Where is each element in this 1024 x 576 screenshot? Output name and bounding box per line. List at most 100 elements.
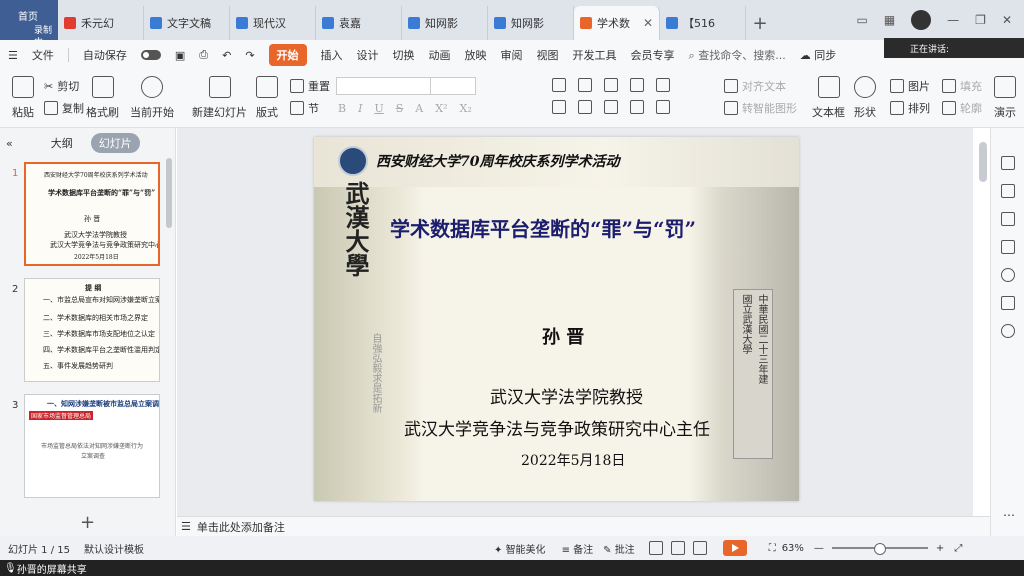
doc-tab[interactable]: 知网影 [402, 6, 488, 40]
slide-title[interactable]: 学术数据库平台垄断的“罪”与“罚” [390, 213, 696, 242]
align-right-icon[interactable] [604, 100, 618, 114]
redo-icon[interactable]: ↷ [245, 49, 254, 62]
print-icon[interactable]: ⎙ [199, 48, 208, 62]
canvas-scrollbar[interactable] [979, 142, 987, 182]
menu-item-animation[interactable]: 动画 [429, 47, 451, 63]
new-slide-button[interactable]: 新建幻灯片 [192, 76, 247, 120]
section-button[interactable]: 节 [290, 100, 319, 116]
doc-tab[interactable]: 文字文稿 [144, 6, 230, 40]
comment-button[interactable]: ✎ 批注 [603, 541, 635, 556]
doc-tab[interactable]: 禾元幻 [58, 6, 144, 40]
collapse-icon[interactable]: « [6, 137, 13, 150]
picture-button[interactable]: 图片 [890, 78, 930, 94]
fullscreen-icon[interactable]: ⤢ [954, 543, 962, 554]
slide-thumbnail[interactable]: 西安财经大学70周年校庆系列学术活动 学术数据库平台垄断的“罪”与“罚” 孙 晋… [24, 162, 160, 266]
align-text-button[interactable]: 对齐文本 [724, 78, 786, 94]
tab-outline[interactable]: 大纲 [43, 133, 81, 153]
subscript-icon[interactable]: X₂ [459, 102, 471, 115]
layout-icon[interactable]: ▭ [856, 13, 867, 27]
slide-thumbnail[interactable]: 提 纲 一、市监总局宣布对知网涉嫌垄断立案调查 二、学术数据库的相关市场之界定 … [24, 278, 160, 382]
presentation-date[interactable]: 2022年5月18日 [521, 450, 625, 470]
pin-icon[interactable] [1001, 156, 1015, 170]
menu-item-slideshow[interactable]: 放映 [465, 47, 487, 63]
copy-button[interactable]: 复制 [44, 100, 84, 116]
superscript-icon[interactable]: X² [435, 102, 447, 115]
justify-icon[interactable] [630, 100, 644, 114]
align-left-icon[interactable] [552, 100, 566, 114]
more-icon[interactable]: ⋯ [1003, 508, 1015, 522]
doc-tab[interactable]: 现代汉 [230, 6, 316, 40]
fill-button[interactable]: 填充 [942, 78, 982, 94]
distribute-icon[interactable] [656, 100, 670, 114]
smart-beautify-button[interactable]: ✦ 智能美化 [494, 541, 546, 556]
menu-item-insert[interactable]: 插入 [321, 47, 343, 63]
underline-icon[interactable]: U [374, 102, 383, 115]
smartart-button[interactable]: 转智能图形 [724, 100, 797, 116]
menu-item-view[interactable]: 视图 [537, 47, 559, 63]
undo-icon[interactable]: ↶ [222, 49, 231, 62]
presenter-name[interactable]: 孙 晋 [542, 323, 584, 349]
tab-slides[interactable]: 幻灯片 [90, 133, 140, 153]
fit-icon[interactable]: ⛶ [769, 543, 776, 554]
add-slide-button[interactable]: + [80, 512, 95, 533]
paste-button[interactable]: 粘贴 [12, 76, 34, 120]
close-icon[interactable]: ✕ [643, 16, 653, 30]
presenter-role[interactable]: 武汉大学法学院教授 [490, 383, 643, 408]
text-box-button[interactable]: 文本框 [812, 76, 845, 120]
line-spacing-icon[interactable] [656, 78, 670, 92]
avatar[interactable] [911, 10, 932, 30]
menu-item-member[interactable]: 会员专享 [631, 47, 675, 63]
help-icon[interactable] [1001, 268, 1015, 282]
italic-icon[interactable]: I [358, 102, 362, 115]
bold-icon[interactable]: B [338, 102, 346, 115]
autosave-toggle[interactable] [140, 50, 161, 60]
minimize-icon[interactable]: — [947, 13, 959, 27]
sorter-view-icon[interactable] [670, 541, 685, 555]
current-slide[interactable]: 西安财经大学70周年校庆系列学术活动 武漢大學 自強弘毅求是拓新 学术数据库平台… [314, 137, 799, 501]
indent-icon[interactable] [630, 78, 644, 92]
format-painter-button[interactable]: 格式刷 [86, 76, 119, 120]
menu-item-developer[interactable]: 开发工具 [573, 47, 617, 63]
doc-tab-active[interactable]: 学术数 ✕ [574, 6, 660, 40]
zoom-level[interactable]: 63% [782, 543, 804, 554]
zoom-slider[interactable] [831, 543, 928, 555]
transition-icon[interactable] [1001, 240, 1015, 254]
number-list-icon[interactable] [578, 78, 592, 92]
zoom-out-icon[interactable]: — [814, 543, 824, 554]
new-tab-button[interactable]: + [746, 6, 774, 40]
template-name[interactable]: 默认设计模板 [84, 541, 144, 556]
strike-icon[interactable]: S [396, 102, 404, 115]
file-menu[interactable]: 文件 [32, 47, 54, 63]
location-icon[interactable] [1001, 324, 1015, 338]
doc-tab[interactable]: 知网影 [488, 6, 574, 40]
font-size-select[interactable] [430, 77, 476, 95]
cut-button[interactable]: ✂ 剪切 [44, 78, 79, 94]
save-icon[interactable]: ▣ [175, 49, 185, 62]
sync-button[interactable]: ☁ 同步 [800, 47, 837, 63]
reading-view-icon[interactable] [692, 541, 707, 555]
reset-button[interactable]: 重置 [290, 78, 330, 94]
font-color-icon[interactable]: A [415, 102, 423, 115]
doc-tab[interactable]: 袁嘉 [316, 6, 402, 40]
zoom-in-icon[interactable]: + [936, 543, 944, 554]
outline-button[interactable]: 轮廓 [942, 100, 982, 116]
bullet-list-icon[interactable] [552, 78, 566, 92]
layout-button[interactable]: 版式 [256, 76, 278, 120]
slide-thumbnail[interactable]: 一、知网涉嫌垄断被市监总局立案调查 国家市场监督管理总局 市场监管总局依法对知网… [24, 394, 160, 498]
menu-icon[interactable]: ☰ [8, 49, 18, 62]
panel-scrollbar[interactable] [166, 158, 172, 228]
slideshow-play-button[interactable] [722, 540, 747, 556]
shape-button[interactable]: 形状 [854, 76, 876, 120]
close-window-icon[interactable]: ✕ [1002, 13, 1012, 27]
from-current-button[interactable]: 当前开始 [130, 76, 174, 120]
arrange-button[interactable]: 排列 [890, 100, 930, 116]
settings-sliders-icon[interactable] [1001, 184, 1015, 198]
menu-item-transition[interactable]: 切换 [393, 47, 415, 63]
outdent-icon[interactable] [604, 78, 618, 92]
notes-placeholder[interactable]: 单击此处添加备注 [197, 519, 285, 535]
animation-icon[interactable] [1001, 212, 1015, 226]
align-center-icon[interactable] [578, 100, 592, 114]
presenter-role[interactable]: 武汉大学竞争法与竞争政策研究中心主任 [404, 415, 710, 440]
grid-icon[interactable]: ▦ [884, 13, 895, 27]
menu-item-start[interactable]: 开始 [268, 44, 307, 66]
